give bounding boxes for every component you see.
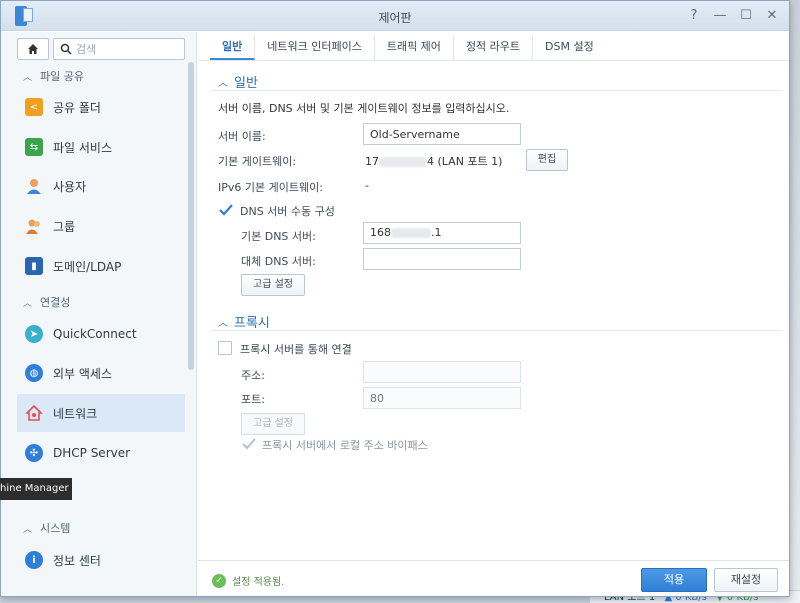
- tab-network-interface[interactable]: 네트워크 인터페이스: [255, 36, 375, 60]
- general-advanced-settings-button[interactable]: 고급 설정: [241, 274, 305, 296]
- sidebar-item-external-access[interactable]: ◍ 외부 액세스: [17, 354, 185, 392]
- apply-button[interactable]: 적용: [641, 568, 707, 592]
- proxy-connect-checkbox[interactable]: [218, 341, 232, 355]
- proxy-bypass-checkbox[interactable]: [241, 436, 256, 450]
- maximize-button[interactable]: ☐: [737, 7, 755, 25]
- search-input[interactable]: [76, 42, 176, 56]
- desktop-background: [790, 0, 800, 603]
- tab-bar: 일반 네트워크 인터페이스 트래픽 제어 정적 라우트 DSM 설정: [210, 36, 606, 60]
- shared-folder-icon: <: [25, 98, 43, 116]
- dns-manual-checkbox[interactable]: [218, 202, 233, 216]
- domain-ldap-icon: ▮: [25, 257, 43, 275]
- sidebar-item-user[interactable]: 사용자: [17, 167, 185, 205]
- sidebar-item-label: 정보 센터: [53, 553, 101, 568]
- sidebar-item-label: 파일 서비스: [53, 140, 113, 155]
- sidebar-item-domain-ldap[interactable]: ▮ 도메인/LDAP: [17, 247, 185, 285]
- section-system[interactable]: ︿ 시스템: [23, 520, 70, 536]
- sidebar-item-group[interactable]: 그룹: [17, 207, 185, 245]
- checkmark-icon: [242, 438, 256, 450]
- network-house-icon: [25, 404, 43, 422]
- ipv6-gateway-label: IPv6 기본 게이트웨이:: [218, 181, 323, 194]
- chevron-up-icon: ︿: [218, 78, 228, 89]
- main-panel: 일반 네트워크 인터페이스 트래픽 제어 정적 라우트 DSM 설정 ︿ 일반 …: [198, 32, 789, 596]
- proxy-port-input[interactable]: [363, 387, 521, 409]
- chevron-up-icon: ︿: [23, 72, 33, 83]
- search-icon: [60, 43, 72, 55]
- sidebar-item-network[interactable]: 네트워크: [17, 394, 185, 432]
- chevron-up-icon: ︿: [23, 298, 33, 309]
- close-button[interactable]: ✕: [763, 7, 781, 25]
- sidebar-item-file-services[interactable]: ⇆ 파일 서비스: [17, 128, 185, 166]
- file-services-icon: ⇆: [25, 138, 43, 156]
- sidebar-item-label: 도메인/LDAP: [53, 259, 122, 274]
- checkmark-icon: [219, 204, 233, 216]
- sidebar-item-info-center[interactable]: i 정보 센터: [17, 541, 185, 579]
- dns-manual-label: DNS 서버 수동 구성: [240, 205, 335, 218]
- section-file-sharing[interactable]: ︿ 파일 공유: [23, 68, 84, 84]
- home-button[interactable]: [17, 38, 49, 60]
- general-section-header[interactable]: ︿ 일반: [218, 72, 258, 91]
- general-description: 서버 이름, DNS 서버 및 기본 게이트웨이 정보를 입력하십시오.: [218, 102, 510, 115]
- proxy-address-input[interactable]: [363, 361, 521, 383]
- proxy-connect-label: 프록시 서버를 통해 연결: [240, 343, 352, 356]
- user-icon: [25, 177, 43, 195]
- proxy-section-header[interactable]: ︿ 프록시: [218, 312, 270, 331]
- home-icon: [28, 44, 38, 54]
- sidebar: ︿ 파일 공유 < 공유 폴더 ⇆ 파일 서비스 사용자 그룹 ▮ 도메인/LD…: [1, 32, 197, 596]
- chevron-up-icon: ︿: [23, 524, 33, 535]
- search-box[interactable]: [53, 38, 185, 60]
- sidebar-item-shared-folder[interactable]: < 공유 폴더: [17, 88, 185, 126]
- sidebar-item-label: 네트워크: [53, 406, 98, 421]
- server-name-label: 서버 이름:: [218, 130, 266, 143]
- section-connectivity[interactable]: ︿ 연결성: [23, 294, 70, 310]
- server-name-input[interactable]: [363, 123, 521, 145]
- group-icon: [25, 217, 43, 235]
- status-message: ✓ 설정 적용됨.: [212, 573, 284, 588]
- check-circle-icon: ✓: [212, 573, 226, 588]
- sidebar-item-label: 그룹: [53, 219, 76, 234]
- tooltip: hine Manager: [0, 478, 72, 500]
- footer-bar: ✓ 설정 적용됨. 적용 재설정: [198, 560, 789, 596]
- tab-traffic-control[interactable]: 트래픽 제어: [375, 36, 454, 60]
- globe-icon: ◍: [25, 364, 43, 382]
- reset-button[interactable]: 재설정: [714, 568, 778, 592]
- redacted-blur: [391, 228, 431, 238]
- dns-secondary-label: 대체 DNS 서버:: [241, 255, 316, 268]
- gateway-label: 기본 게이트웨이:: [218, 155, 297, 168]
- tab-dsm-settings[interactable]: DSM 설정: [533, 36, 606, 60]
- dhcp-icon: ✣: [25, 444, 43, 462]
- divider: [212, 330, 782, 331]
- sidebar-scrollbar[interactable]: [188, 62, 194, 370]
- tab-general[interactable]: 일반: [210, 36, 256, 60]
- window-title: 제어판: [378, 11, 412, 25]
- tab-divider: [198, 60, 789, 61]
- sidebar-item-quickconnect[interactable]: ➤ QuickConnect: [17, 315, 185, 353]
- tab-static-route[interactable]: 정적 라우트: [454, 36, 534, 60]
- sidebar-item-label: QuickConnect: [53, 327, 137, 341]
- minimize-button[interactable]: —: [711, 7, 729, 25]
- proxy-advanced-settings-button[interactable]: 고급 설정: [241, 413, 305, 435]
- proxy-bypass-label: 프록시 서버에서 로컬 주소 바이패스: [262, 439, 428, 452]
- proxy-address-label: 주소:: [241, 369, 265, 382]
- control-panel-window: 제어판 ? — ☐ ✕ ︿ 파일: [0, 0, 790, 597]
- dns-primary-input[interactable]: 168.1: [363, 222, 521, 244]
- edit-gateway-button[interactable]: 편집: [526, 149, 568, 171]
- sidebar-item-label: 외부 액세스: [53, 366, 113, 381]
- chevron-up-icon: ︿: [218, 318, 228, 329]
- title-bar[interactable]: 제어판 ? — ☐ ✕: [1, 1, 789, 31]
- gateway-value: 17 4 (LAN 포트 1): [365, 155, 503, 168]
- dns-primary-label: 기본 DNS 서버:: [241, 230, 316, 243]
- sidebar-item-dhcp-server[interactable]: ✣ DHCP Server: [17, 434, 185, 472]
- sidebar-item-label: 사용자: [53, 179, 87, 194]
- dns-secondary-input[interactable]: [363, 248, 521, 270]
- sidebar-item-label: DHCP Server: [53, 446, 131, 460]
- info-icon: i: [25, 551, 43, 569]
- ipv6-gateway-value: -: [365, 179, 369, 192]
- help-button[interactable]: ?: [685, 7, 703, 25]
- divider: [212, 90, 782, 91]
- sidebar-item-label: 공유 폴더: [53, 100, 101, 115]
- quickconnect-icon: ➤: [25, 325, 43, 343]
- proxy-port-label: 포트:: [241, 393, 265, 406]
- redacted-blur: [379, 157, 427, 167]
